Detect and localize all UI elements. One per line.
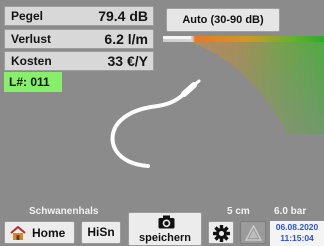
time-text: 11:15:04	[280, 233, 314, 243]
level-value: 79.4 dB	[98, 8, 148, 24]
distance-label: 5 cm	[227, 206, 250, 217]
save-label: speichern	[139, 232, 191, 244]
level-readout: Pegel 79.4 dB	[4, 6, 154, 26]
gear-icon	[213, 225, 230, 242]
level-label: Pegel	[11, 9, 44, 23]
camera-icon	[158, 215, 175, 229]
pressure-label: 6.0 bar	[274, 206, 307, 217]
cost-value: 33 €/Y	[107, 53, 148, 69]
gooseneck-measurement-screen: Pegel 79.4 dB Verlust 6.2 l/m Kosten 33 …	[0, 0, 324, 246]
house-icon	[10, 226, 26, 240]
warning-triangle-icon	[245, 225, 262, 241]
loss-label: Verlust	[11, 32, 52, 46]
cost-label: Kosten	[11, 54, 52, 68]
loss-readout: Verlust 6.2 l/m	[4, 29, 154, 49]
leak-number-badge[interactable]: L#: 011	[4, 72, 62, 92]
home-label: Home	[32, 226, 66, 240]
range-button[interactable]: Auto (30-90 dB)	[166, 8, 280, 32]
save-button[interactable]: speichern	[128, 212, 202, 246]
probe-type-label: Schwanenhals	[29, 206, 99, 217]
home-button[interactable]: Home	[4, 221, 75, 244]
date-text: 06.08.2020	[275, 222, 319, 232]
gooseneck-probe-graphic	[110, 79, 201, 168]
alert-button[interactable]	[240, 221, 266, 244]
cost-readout: Kosten 33 €/Y	[4, 51, 154, 71]
datetime-display: 06.08.2020 11:15:04	[270, 221, 324, 246]
hisn-button[interactable]: HiSn	[81, 221, 121, 244]
loss-value: 6.2 l/m	[104, 31, 148, 47]
settings-button[interactable]	[208, 221, 234, 244]
